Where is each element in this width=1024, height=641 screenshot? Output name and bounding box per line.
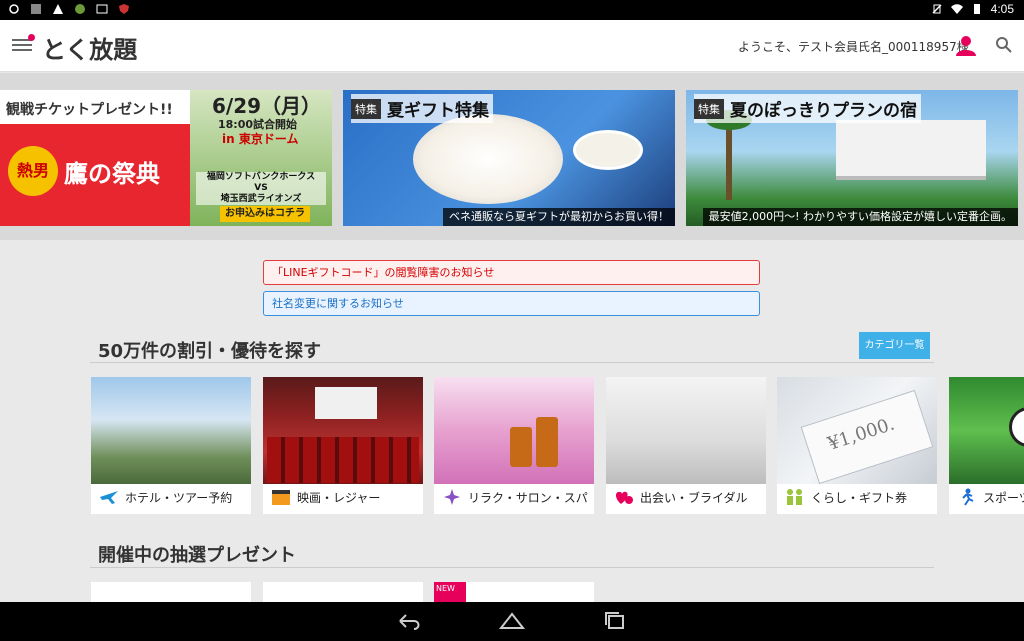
feature-tag: 特集 <box>694 98 724 119</box>
user-icon[interactable] <box>955 34 977 56</box>
notification-icons <box>8 3 130 15</box>
app-icon <box>31 4 41 14</box>
sports-photo <box>949 377 1024 484</box>
family-icon <box>787 489 802 505</box>
hotel-image <box>836 120 986 180</box>
category-list-button[interactable]: カテゴリ一覧 <box>859 332 930 359</box>
category-card-relax[interactable]: リラク・サロン・スパ <box>434 377 594 514</box>
banner-caption: 最安値2,000円～! わかりやすい価格設定が嬉しい定番企画。 <box>702 208 1018 226</box>
app-header: とく放題 ようこそ、テスト会員氏名_000118957様 <box>0 20 1024 72</box>
category-card-gift[interactable]: ¥1,000. くらし・ギフト券 <box>777 377 937 514</box>
category-card-movie[interactable]: 映画・レジャー <box>263 377 423 514</box>
category-cards: ホテル・ツアー予約 映画・レジャー リラク・サロン・スパ 出会い・ブライダル ¥… <box>91 377 1024 514</box>
banner-title: 夏のぽっきりプランの宿 <box>730 101 917 121</box>
banner-caption: ベネ通販なら夏ギフトが最初からお買い得！ <box>443 208 675 226</box>
category-label: 出会い・ブライダル <box>640 490 748 505</box>
brand-logo[interactable]: とく放題 <box>42 30 137 65</box>
android-icon <box>75 4 85 14</box>
lottery-card[interactable] <box>263 582 423 602</box>
home-icon[interactable] <box>499 610 525 632</box>
gift-card-photo: ¥1,000. <box>777 377 937 485</box>
banner-top-text: 観戦チケットプレゼント!! <box>0 90 190 124</box>
category-card-bridal[interactable]: 出会い・ブライダル <box>606 377 766 514</box>
hotel-photo <box>91 377 251 484</box>
sync-icon <box>9 4 19 14</box>
lottery-card[interactable] <box>91 582 251 602</box>
banner-baseball[interactable]: 観戦チケットプレゼント!! 熱男 鷹の祭典 6/29（月） 18:00試合開始 … <box>0 90 332 226</box>
menu-icon[interactable] <box>12 34 35 53</box>
wifi-icon <box>950 4 963 15</box>
banner-carousel: 観戦チケットプレゼント!! 熱男 鷹の祭典 6/29（月） 18:00試合開始 … <box>0 73 1024 240</box>
banner-date: 6/29（月） <box>212 94 322 118</box>
status-bar: 4:05 <box>0 0 1024 20</box>
banner-venue: in 東京ドーム <box>222 132 299 146</box>
search-icon[interactable] <box>995 36 1013 54</box>
category-label: ホテル・ツアー予約 <box>125 490 233 505</box>
divider <box>90 362 934 363</box>
category-label: 映画・レジャー <box>297 490 381 505</box>
banner-teams: 福岡ソフトバンクホークス VS 埼玉西武ライオンズ <box>196 172 326 205</box>
hearts-icon <box>616 491 633 504</box>
banner-summer-gift[interactable]: 特集 夏ギフト特集 ベネ通販なら夏ギフトが最初からお買い得！ <box>343 90 675 226</box>
notice-company-rename[interactable]: 社名変更に関するお知らせ <box>263 291 760 316</box>
navigation-bar <box>0 602 1024 641</box>
gift-card-amount: ¥1,000. <box>825 413 898 455</box>
notification-dot <box>28 34 35 41</box>
new-badge: NEW <box>434 582 466 602</box>
lottery-cards: NEW <box>91 582 601 602</box>
banner-title: 夏ギフト特集 <box>387 101 489 121</box>
banner-badge: 熱男 <box>8 146 58 196</box>
sparkle-icon <box>444 489 460 505</box>
food-image <box>413 114 563 204</box>
apply-button[interactable]: お申込みはコチラ <box>220 206 310 222</box>
battery-icon <box>973 4 980 14</box>
banner-summer-hotel[interactable]: 特集 夏のぽっきりプランの宿 最安値2,000円～! わかりやすい価格設定が嬉し… <box>686 90 1018 226</box>
category-card-sports[interactable]: スポーツ <box>949 377 1024 514</box>
lottery-card[interactable]: NEW <box>434 582 594 602</box>
banner-title: 鷹の祭典 <box>64 160 160 188</box>
runner-icon <box>962 488 974 506</box>
category-card-hotel[interactable]: ホテル・ツアー予約 <box>91 377 251 514</box>
warning-icon <box>53 4 63 14</box>
divider <box>90 567 934 568</box>
category-label: リラク・サロン・スパ <box>468 490 588 505</box>
recent-apps-icon[interactable] <box>602 610 628 632</box>
feature-tag: 特集 <box>351 98 381 119</box>
clock: 4:05 <box>990 2 1014 16</box>
image-icon <box>96 4 108 14</box>
aroma-photo <box>434 377 594 484</box>
back-icon[interactable] <box>396 610 422 632</box>
category-label: くらし・ギフト券 <box>811 490 908 505</box>
category-label: スポーツ <box>983 490 1024 505</box>
section-title-discounts: 50万件の割引・優待を探す <box>98 341 322 362</box>
airplane-icon <box>100 491 118 504</box>
welcome-text: ようこそ、テスト会員氏名_000118957様 <box>738 40 969 54</box>
clapperboard-icon <box>272 490 290 505</box>
theater-photo <box>263 377 423 484</box>
no-sim-icon <box>932 4 942 14</box>
notice-line-gift[interactable]: 「LINEギフトコード」の閲覧障害のお知らせ <box>263 260 760 285</box>
shield-icon <box>119 4 129 14</box>
wedding-photo <box>606 377 766 484</box>
section-title-lottery: 開催中の抽選プレゼント <box>98 545 296 566</box>
